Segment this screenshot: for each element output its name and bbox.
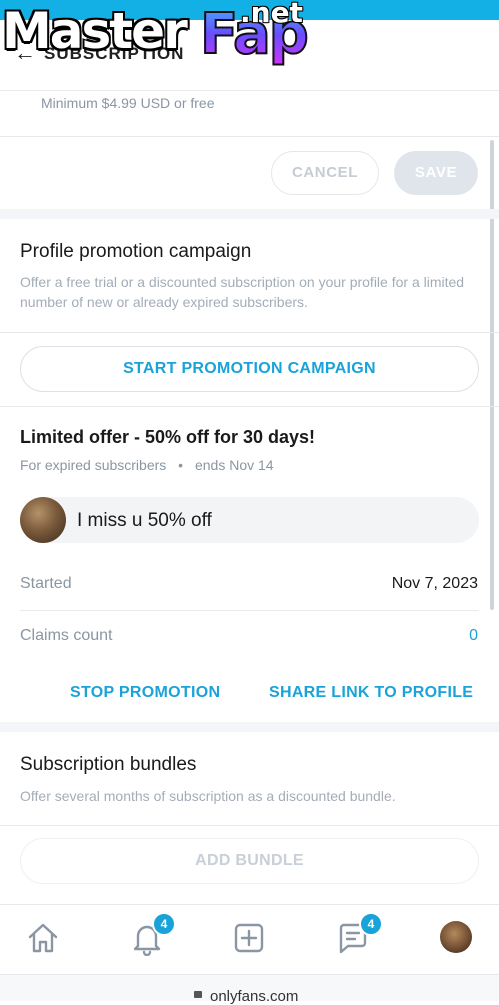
avatar	[20, 497, 66, 543]
meta-separator: •	[178, 457, 184, 473]
divider	[0, 406, 499, 407]
watermark-net: .net	[240, 0, 303, 29]
messages-badge: 4	[359, 912, 383, 936]
promotion-description: Offer a free trial or a discounted subsc…	[20, 274, 465, 310]
offer-message: I miss u 50% off	[77, 510, 212, 531]
offer-ends: ends Nov 14	[194, 457, 274, 473]
home-icon[interactable]	[25, 920, 61, 956]
divider	[0, 332, 499, 333]
minimum-price-hint: Minimum $4.99 USD or free	[41, 95, 215, 111]
lock-icon	[194, 991, 202, 998]
section-gap	[0, 209, 499, 219]
promotion-title: Profile promotion campaign	[20, 241, 252, 262]
divider	[20, 610, 479, 611]
add-post-icon[interactable]	[231, 920, 267, 956]
bundles-description: Offer several months of subscription as …	[20, 788, 396, 804]
divider	[0, 136, 499, 137]
notifications-badge: 4	[152, 912, 176, 936]
watermark-master: Master	[2, 2, 188, 60]
share-link-button[interactable]: SHARE LINK TO PROFILE	[269, 684, 473, 702]
stop-promotion-button[interactable]: STOP PROMOTION	[70, 684, 220, 702]
offer-audience: For expired subscribers	[20, 457, 167, 473]
add-bundle-button[interactable]: ADD BUNDLE	[20, 838, 479, 884]
divider	[0, 825, 499, 826]
section-gap	[0, 722, 499, 732]
claims-value: 0	[469, 627, 478, 644]
divider	[0, 90, 499, 91]
start-promotion-button[interactable]: START PROMOTION CAMPAIGN	[20, 346, 479, 392]
cancel-button[interactable]: CANCEL	[271, 151, 379, 195]
started-value: Nov 7, 2023	[391, 575, 478, 592]
offer-meta: For expired subscribers • ends Nov 14	[20, 457, 274, 473]
offer-title: Limited offer - 50% off for 30 days!	[20, 427, 316, 447]
url-text: onlyfans.com	[210, 988, 299, 1005]
claims-label: Claims count	[20, 627, 113, 644]
save-button[interactable]: SAVE	[394, 151, 478, 195]
bundles-title: Subscription bundles	[20, 754, 197, 775]
started-label: Started	[20, 575, 72, 592]
profile-avatar[interactable]	[440, 921, 472, 953]
